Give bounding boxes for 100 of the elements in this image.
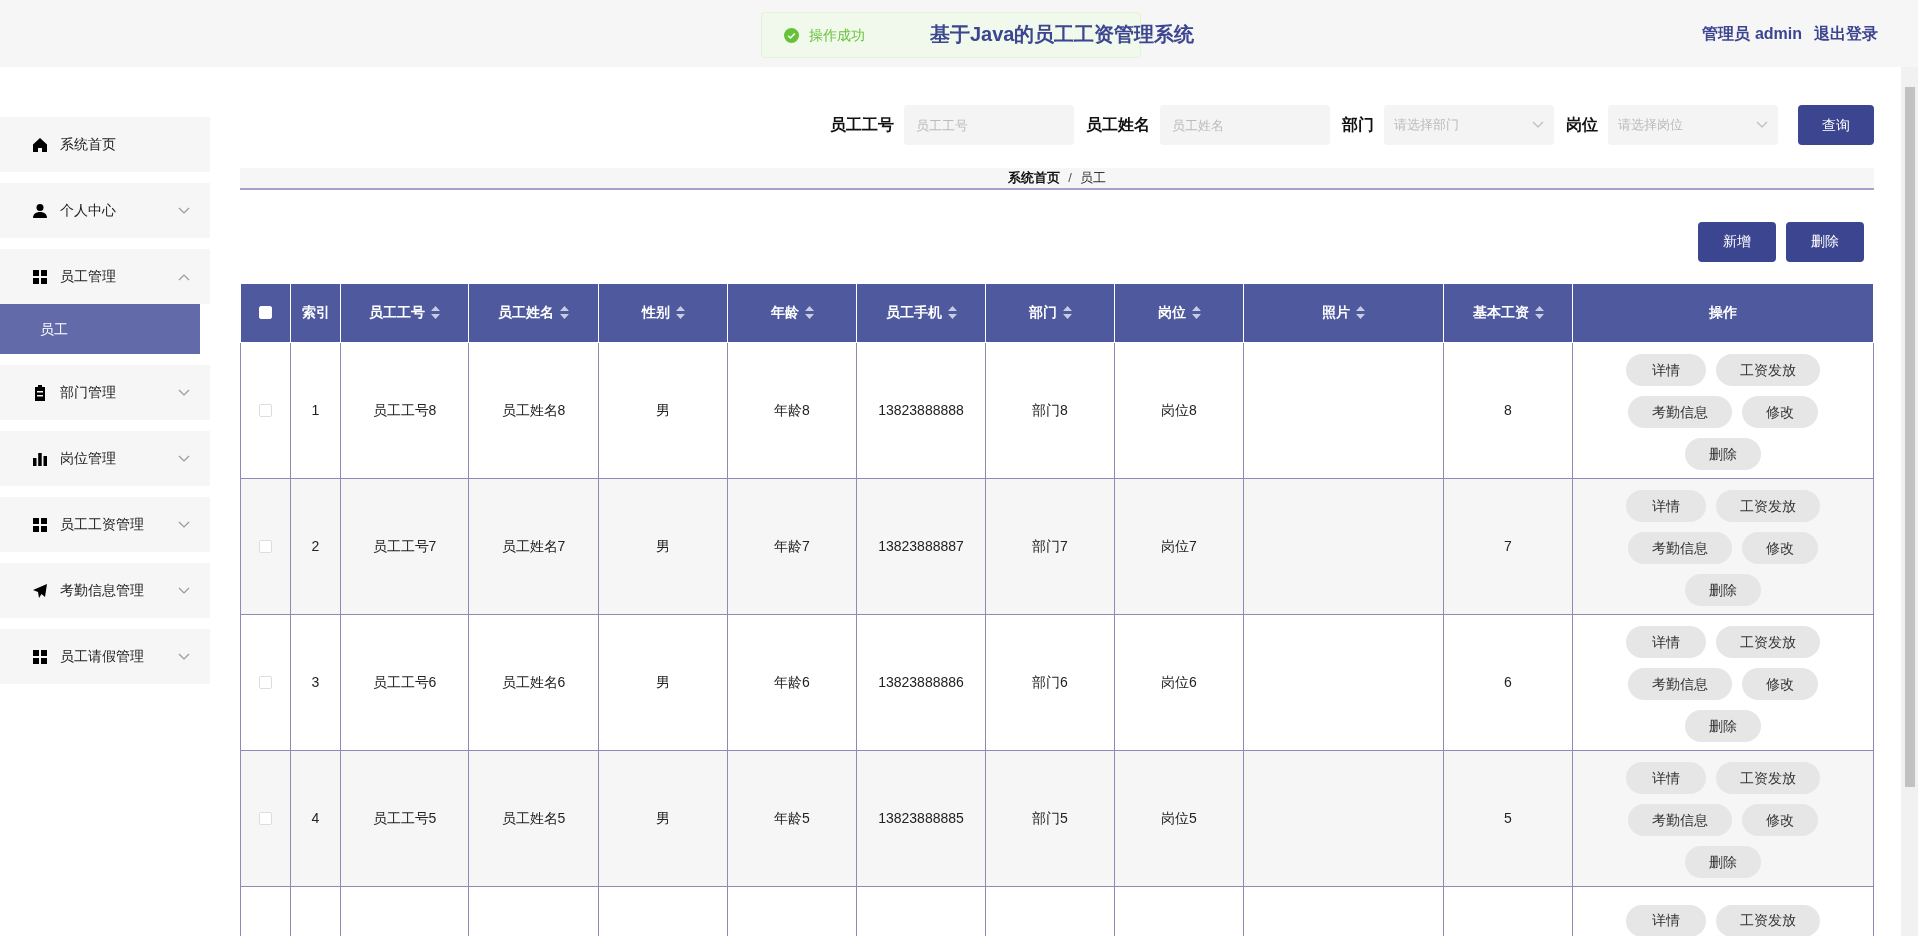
- action-button[interactable]: 修改: [1742, 532, 1818, 564]
- sidebar-item[interactable]: 员工请假管理: [0, 629, 210, 684]
- sidebar-item[interactable]: 部门管理: [0, 365, 210, 420]
- sidebar-subitem[interactable]: 员工: [0, 304, 200, 354]
- sidebar-label: 员工请假管理: [60, 647, 145, 666]
- select-all-checkbox[interactable]: [259, 306, 272, 319]
- table-cell: 员工工号8: [372, 401, 437, 418]
- action-button[interactable]: 工资发放: [1716, 490, 1820, 522]
- table-cell: 员工姓名7: [501, 537, 566, 554]
- sidebar-item[interactable]: 个人中心: [0, 183, 210, 238]
- scrollbar[interactable]: [1901, 67, 1918, 936]
- action-button[interactable]: 删除: [1685, 438, 1761, 470]
- column-header[interactable]: 员工工号: [340, 283, 469, 342]
- action-button[interactable]: 工资发放: [1716, 626, 1820, 658]
- column-header[interactable]: 员工姓名: [468, 283, 599, 342]
- column-header[interactable]: 部门: [985, 283, 1115, 342]
- sidebar-label: 部门管理: [60, 383, 117, 402]
- table-cell: 员工姓名6: [501, 673, 566, 690]
- sidebar-item[interactable]: 员工管理: [0, 249, 210, 304]
- column-header[interactable]: 性别: [598, 283, 728, 342]
- table-cell: 男: [656, 809, 670, 826]
- table-cell: 岗位5: [1161, 809, 1197, 826]
- grid-icon: [32, 516, 48, 533]
- sort-icon[interactable]: [947, 306, 957, 319]
- table-cell: 8: [1504, 401, 1512, 418]
- search-label: 岗位: [1566, 115, 1598, 135]
- action-button[interactable]: 考勤信息: [1628, 532, 1732, 564]
- row-checkbox[interactable]: [259, 675, 272, 689]
- action-button[interactable]: 工资发放: [1716, 904, 1820, 936]
- table-cell: 6: [1504, 673, 1512, 690]
- sidebar-item[interactable]: 员工工资管理: [0, 497, 210, 552]
- sort-icon[interactable]: [804, 306, 814, 319]
- sort-icon[interactable]: [431, 306, 440, 319]
- chevron-down-icon: [178, 388, 190, 397]
- sidebar-item[interactable]: 系统首页: [0, 117, 210, 172]
- breadcrumb-link[interactable]: 员工: [1079, 168, 1106, 188]
- column-header[interactable]: 照片: [1243, 283, 1444, 342]
- table-cell: 男: [656, 537, 670, 554]
- query-button[interactable]: 查询: [1798, 105, 1874, 145]
- chevron-down-icon: [178, 454, 190, 463]
- sidebar-item[interactable]: 岗位管理: [0, 431, 210, 486]
- action-button[interactable]: 删除: [1685, 710, 1761, 742]
- table-cell: 13823888885: [878, 809, 964, 826]
- action-button[interactable]: 工资发放: [1716, 762, 1820, 794]
- table-cell: 员工工号6: [372, 673, 437, 690]
- sort-icon[interactable]: [1356, 306, 1365, 319]
- table-cell: 年龄5: [774, 809, 810, 826]
- action-button[interactable]: 删除: [1685, 574, 1761, 606]
- action-button[interactable]: 考勤信息: [1628, 668, 1732, 700]
- table-cell: 1: [311, 401, 320, 418]
- row-checkbox[interactable]: [259, 811, 272, 825]
- table-cell: 男: [656, 401, 670, 418]
- action-button[interactable]: 详情: [1626, 626, 1706, 658]
- logout-link[interactable]: 退出登录: [1814, 21, 1878, 46]
- breadcrumb-separator: /: [1068, 169, 1072, 187]
- action-button[interactable]: 考勤信息: [1628, 804, 1732, 836]
- chevron-down-icon: [178, 520, 190, 529]
- chevron-down-icon: [178, 652, 190, 661]
- action-button[interactable]: 详情: [1626, 490, 1706, 522]
- column-header[interactable]: 年龄: [727, 283, 857, 342]
- column-header[interactable]: 基本工资: [1443, 283, 1573, 342]
- action-button[interactable]: 考勤信息: [1628, 396, 1732, 428]
- sort-icon[interactable]: [1191, 306, 1201, 319]
- sort-icon[interactable]: [675, 306, 685, 319]
- table-cell: 13823888887: [878, 537, 964, 554]
- action-button[interactable]: 修改: [1742, 396, 1818, 428]
- chevron-down-icon: [178, 586, 190, 595]
- table-cell: 5: [1504, 809, 1512, 826]
- table-cell: 岗位7: [1161, 537, 1197, 554]
- chevron-down-icon: [1532, 121, 1544, 129]
- add-button[interactable]: 新增: [1698, 221, 1776, 262]
- search-label: 部门: [1342, 115, 1374, 135]
- search-label: 员工工号: [830, 115, 894, 135]
- column-header: 操作: [1572, 283, 1874, 342]
- scrollbar-thumb[interactable]: [1904, 87, 1915, 787]
- check-circle-icon: [784, 27, 799, 43]
- table-cell: 员工工号7: [372, 537, 437, 554]
- table-cell: 部门8: [1032, 401, 1068, 418]
- action-button[interactable]: 详情: [1626, 354, 1706, 386]
- toast-message: 操作成功: [809, 25, 865, 45]
- action-button[interactable]: 修改: [1742, 668, 1818, 700]
- column-header[interactable]: 岗位: [1114, 283, 1244, 342]
- grid-icon: [32, 268, 48, 285]
- sidebar-item[interactable]: 考勤信息管理: [0, 563, 210, 618]
- delete-button[interactable]: 删除: [1786, 221, 1864, 262]
- table-cell: 年龄8: [774, 401, 810, 418]
- table-cell: 员工姓名5: [501, 809, 566, 826]
- action-button[interactable]: 详情: [1626, 904, 1706, 936]
- column-header[interactable]: 员工手机: [856, 283, 986, 342]
- row-checkbox[interactable]: [259, 403, 272, 417]
- action-button[interactable]: 删除: [1685, 846, 1761, 878]
- action-button[interactable]: 详情: [1626, 762, 1706, 794]
- action-button[interactable]: 工资发放: [1716, 354, 1820, 386]
- row-checkbox[interactable]: [259, 539, 272, 553]
- sort-icon[interactable]: [1534, 306, 1544, 319]
- breadcrumb-link[interactable]: 系统首页: [1008, 168, 1061, 188]
- sort-icon[interactable]: [560, 306, 569, 319]
- bar-chart-icon: [32, 450, 48, 467]
- sort-icon[interactable]: [1062, 306, 1072, 319]
- action-button[interactable]: 修改: [1742, 804, 1818, 836]
